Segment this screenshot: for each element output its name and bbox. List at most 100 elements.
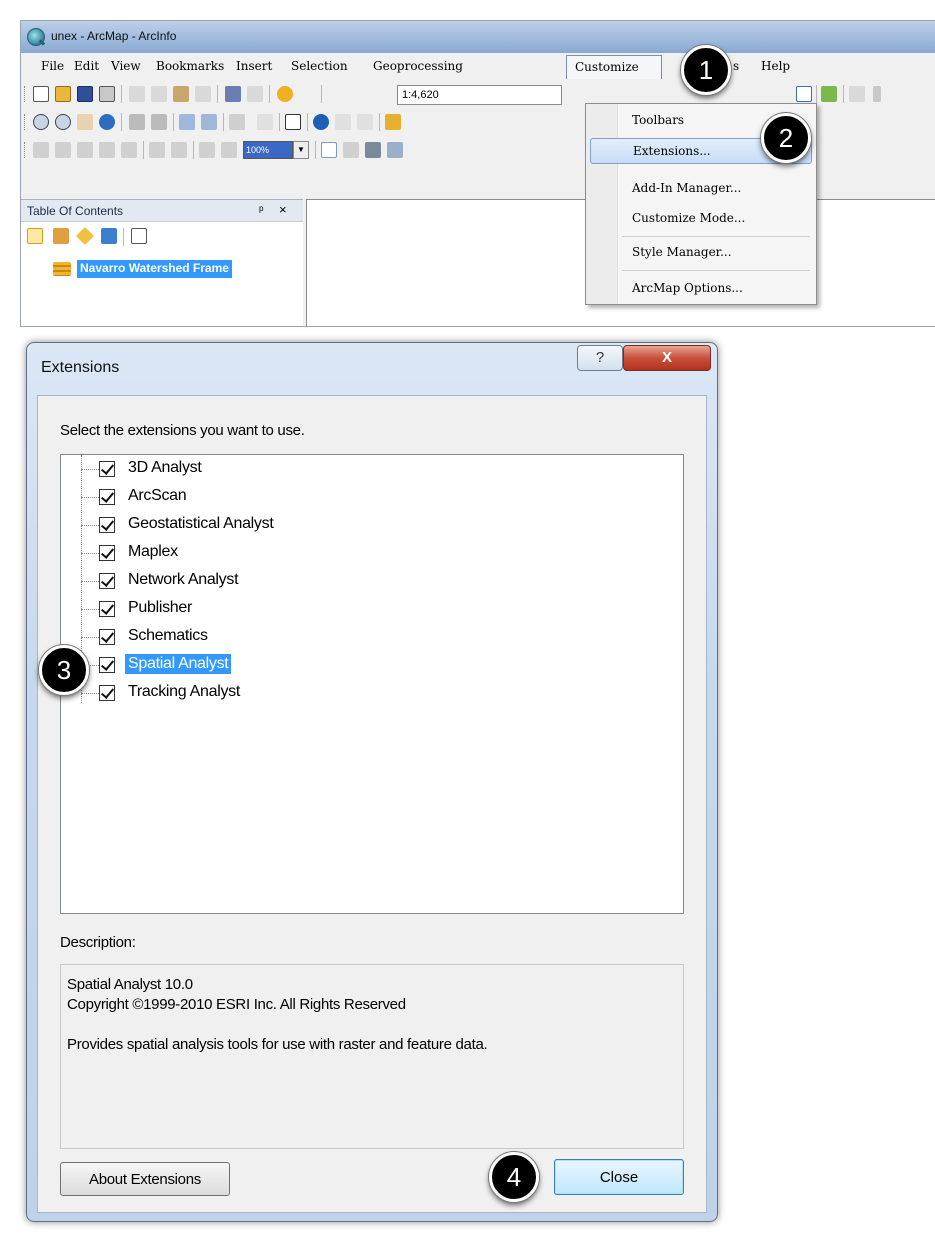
hyperlink-icon[interactable] [335, 114, 351, 130]
forward-extent-icon[interactable] [201, 114, 217, 130]
layout-zoom-in-icon[interactable] [33, 142, 49, 158]
map-scale-field[interactable]: 1:4,620 [397, 85, 562, 105]
extension-item-schematics[interactable]: Schematics [61, 623, 461, 651]
extension-checkbox[interactable] [99, 685, 115, 701]
select-features-icon[interactable] [229, 114, 245, 130]
focus-data-frame-icon[interactable] [343, 142, 359, 158]
toolbar-grip[interactable] [24, 86, 27, 102]
measure-icon[interactable] [385, 114, 401, 130]
extension-item-geostatistical-analyst[interactable]: Geostatistical Analyst [61, 511, 461, 539]
extension-checkbox[interactable] [99, 629, 115, 645]
extension-item-tracking-analyst[interactable]: Tracking Analyst [61, 679, 461, 707]
open-folder-icon[interactable] [55, 86, 71, 102]
menu-customize[interactable]: Customize [566, 55, 662, 79]
window-icon[interactable] [796, 86, 812, 102]
extension-item-network-analyst[interactable]: Network Analyst [61, 567, 461, 595]
fixed-zoom-out-layout-icon[interactable] [171, 142, 187, 158]
menu-selection[interactable]: Selection [291, 59, 348, 73]
print-icon[interactable] [99, 86, 115, 102]
cut-icon[interactable] [129, 86, 145, 102]
go-forward-extent-icon[interactable] [221, 142, 237, 158]
extension-checkbox[interactable] [99, 601, 115, 617]
about-extensions-button[interactable]: About Extensions [60, 1162, 230, 1196]
undo-icon[interactable] [225, 86, 241, 102]
toolbar-options-icon[interactable] [873, 86, 881, 102]
toc-close-icon[interactable]: × [279, 202, 287, 217]
extension-item-maplex[interactable]: Maplex [61, 539, 461, 567]
html-popup-icon[interactable] [357, 114, 373, 130]
toolbar-grip[interactable] [24, 142, 27, 158]
save-icon[interactable] [77, 86, 93, 102]
extensions-dialog: Extensions ? X Select the extensions you… [26, 342, 718, 1222]
extension-item-3d-analyst[interactable]: 3D Analyst [61, 455, 461, 483]
menu-geoprocessing[interactable]: Geoprocessing [373, 59, 463, 73]
fixed-zoom-in-layout-icon[interactable] [149, 142, 165, 158]
toc-title: Table Of Contents [27, 204, 124, 218]
extension-label: 3D Analyst [128, 459, 202, 476]
add-data-icon[interactable] [277, 86, 293, 102]
layout-zoom-out-icon[interactable] [55, 142, 71, 158]
extension-checkbox[interactable] [99, 657, 115, 673]
toggle-draft-mode-icon[interactable] [321, 142, 337, 158]
model-builder-icon[interactable] [821, 86, 837, 102]
step-callout-1: 1 [681, 45, 731, 95]
paste-icon[interactable] [173, 86, 189, 102]
menu-help[interactable]: Help [761, 59, 790, 73]
fixed-zoom-out-icon[interactable] [151, 114, 167, 130]
back-extent-icon[interactable] [179, 114, 195, 130]
menu-view[interactable]: View [111, 59, 141, 73]
pan-icon[interactable] [77, 114, 93, 130]
new-document-icon[interactable] [33, 86, 49, 102]
menu-file[interactable]: File [41, 59, 64, 73]
toolbar-separator [816, 85, 817, 103]
zoom-100-icon[interactable] [121, 142, 137, 158]
full-extent-icon[interactable] [99, 114, 115, 130]
menu-customize-label: Customize [575, 60, 639, 74]
extension-checkbox[interactable] [99, 545, 115, 561]
menu-edit[interactable]: Edit [74, 59, 99, 73]
extension-checkbox[interactable] [99, 517, 115, 533]
zoom-whole-page-icon[interactable] [99, 142, 115, 158]
close-button[interactable]: Close [554, 1159, 684, 1195]
identify-icon[interactable] [313, 114, 329, 130]
select-elements-icon[interactable] [285, 114, 301, 130]
menu-windows[interactable]: s [733, 59, 739, 73]
what-is-this-icon[interactable] [849, 86, 865, 102]
extension-item-arcscan[interactable]: ArcScan [61, 483, 461, 511]
extension-item-spatial-analyst[interactable]: Spatial Analyst [61, 651, 461, 679]
fixed-zoom-in-icon[interactable] [129, 114, 145, 130]
extension-checkbox[interactable] [99, 461, 115, 477]
toolbar-grip[interactable] [24, 114, 27, 130]
zoom-percent-field[interactable]: 100% [243, 141, 293, 159]
menu-item-customize-mode[interactable]: Customize Mode... [590, 206, 812, 232]
close-window-button[interactable]: X [623, 345, 711, 371]
table-of-contents: Table Of Contents ᵖ × Navarro Watershed … [21, 199, 303, 326]
clear-selection-icon[interactable] [257, 114, 273, 130]
zoom-dropdown-icon[interactable]: ▼ [293, 141, 309, 159]
menu-item-arcmap-options[interactable]: ArcMap Options... [590, 276, 812, 302]
extension-item-publisher[interactable]: Publisher [61, 595, 461, 623]
extension-checkbox[interactable] [99, 573, 115, 589]
zoom-in-icon[interactable] [33, 114, 49, 130]
extension-checkbox[interactable] [99, 489, 115, 505]
list-by-source-icon[interactable] [53, 228, 69, 244]
redo-icon[interactable] [247, 86, 263, 102]
delete-icon[interactable] [195, 86, 211, 102]
data-driven-pages-icon[interactable] [387, 142, 403, 158]
toolbar-separator [307, 113, 308, 131]
menu-insert[interactable]: Insert [236, 59, 272, 73]
help-button[interactable]: ? [577, 345, 623, 371]
menu-item-add-in-manager[interactable]: Add-In Manager... [590, 176, 812, 202]
pin-icon[interactable]: ᵖ [259, 203, 264, 217]
menu-bookmarks[interactable]: Bookmarks [156, 59, 224, 73]
layout-pan-icon[interactable] [77, 142, 93, 158]
go-back-extent-icon[interactable] [199, 142, 215, 158]
copy-icon[interactable] [151, 86, 167, 102]
zoom-out-icon[interactable] [55, 114, 71, 130]
menu-item-style-manager[interactable]: Style Manager... [590, 240, 812, 266]
list-by-visibility-icon[interactable] [75, 226, 95, 246]
list-by-selection-icon[interactable] [101, 228, 117, 244]
change-layout-icon[interactable] [365, 142, 381, 158]
list-by-drawing-order-icon[interactable] [27, 228, 43, 244]
toc-options-icon[interactable] [131, 228, 147, 244]
